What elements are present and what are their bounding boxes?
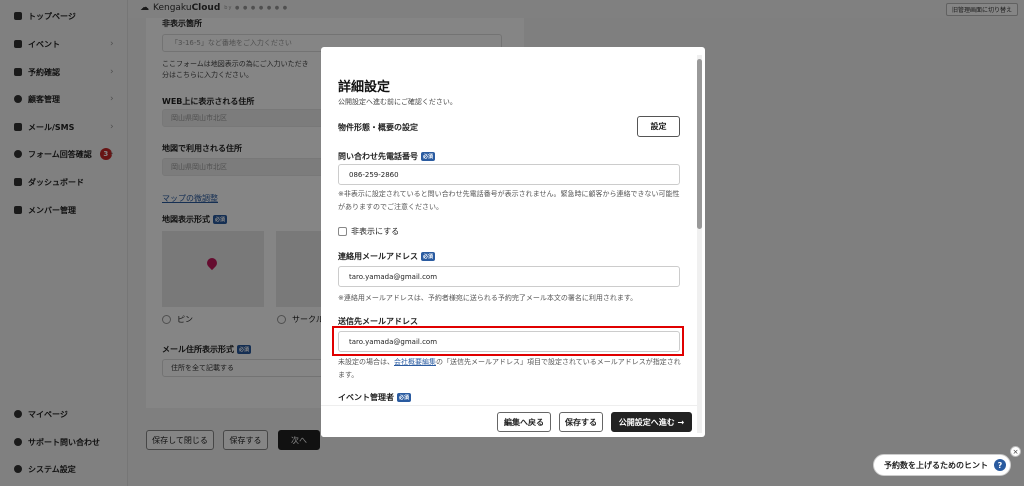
detail-settings-modal: 詳細設定 公開設定へ進む前にご確認ください。 物件形態・概要の設定 設定 問い合… (321, 47, 705, 437)
hint-close-icon[interactable]: × (1010, 446, 1021, 457)
property-settings-label: 物件形態・概要の設定 (338, 123, 418, 132)
property-settings-button[interactable]: 設定 (637, 116, 680, 137)
modal-scrollbar[interactable] (697, 55, 702, 433)
help-icon: ? (994, 459, 1006, 471)
phone-note: ※非表示に設定されていると問い合わせ先電話番号が表示されません。緊急時に顧客から… (338, 190, 680, 211)
phone-label: 問い合わせ先電話番号 必須 (338, 152, 436, 161)
contact-email-label: 連絡用メールアドレス 必須 (338, 252, 436, 261)
contact-email-note: ※連絡用メールアドレスは、予約者様宛に送られる予約完了メール本文の署名に利用され… (338, 294, 638, 302)
hint-label: 予約数を上げるためのヒント (884, 460, 988, 470)
checkbox-icon (338, 227, 347, 236)
scroll-thumb[interactable] (697, 59, 702, 229)
modal-title: 詳細設定 (338, 80, 391, 95)
required-badge: 必須 (397, 393, 412, 402)
hint-widget[interactable]: 予約数を上げるためのヒント ? (873, 454, 1011, 476)
proceed-publish-button[interactable]: 公開設定へ進む → (611, 412, 692, 432)
modal-save-button[interactable]: 保存する (559, 412, 603, 432)
phone-input[interactable]: 086-259-2860 (338, 164, 680, 185)
event-manager-label: イベント管理者 必須 (338, 393, 412, 402)
hide-phone-checkbox[interactable]: 非表示にする (338, 226, 399, 237)
send-email-note: 未設定の場合は、会社概要編集の「送信先メールアドレス」項目で設定されているメール… (338, 358, 681, 379)
modal-subtitle: 公開設定へ進む前にご確認ください。 (338, 98, 457, 106)
required-badge: 必須 (421, 152, 436, 161)
back-to-edit-button[interactable]: 編集へ戻る (497, 412, 551, 432)
highlight-box (332, 326, 684, 356)
company-profile-link[interactable]: 会社概要編集 (394, 358, 436, 366)
required-badge: 必須 (421, 252, 436, 261)
contact-email-input[interactable]: taro.yamada@gmail.com (338, 266, 680, 287)
